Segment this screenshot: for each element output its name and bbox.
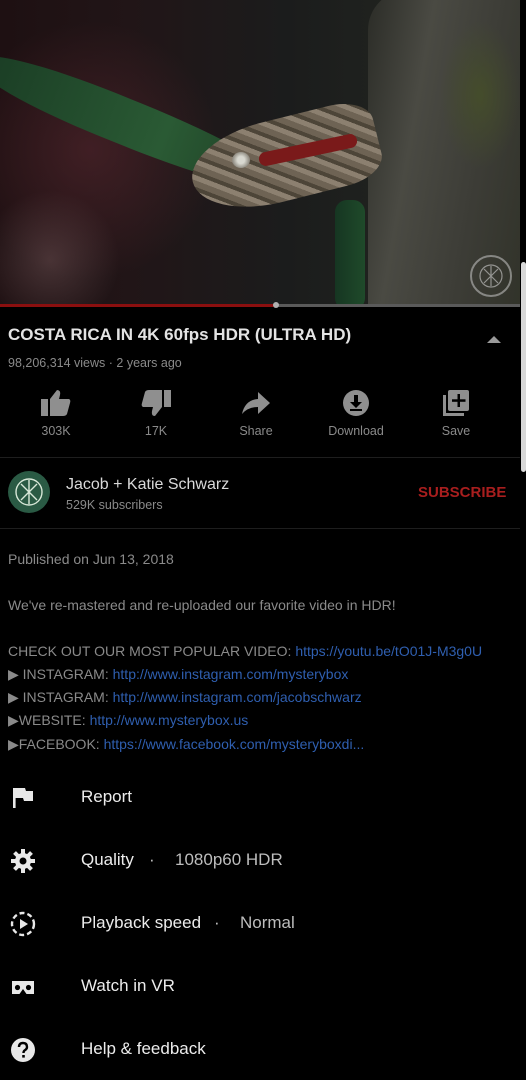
menu-item-help-feedback[interactable]: Help & feedback xyxy=(0,1025,520,1075)
description-link[interactable]: https://youtu.be/tO01J-M3g0U xyxy=(295,643,482,659)
playback-speed-icon xyxy=(10,911,36,937)
snake-eye xyxy=(232,152,250,168)
description-link[interactable]: http://www.mysterybox.us xyxy=(90,712,249,728)
description-link[interactable]: https://www.facebook.com/mysteryboxdi... xyxy=(104,736,365,752)
quality-value: 1080p60 HDR xyxy=(175,850,283,869)
save-button[interactable]: Save xyxy=(406,384,506,444)
channel-watermark-icon[interactable] xyxy=(470,255,512,297)
playback-speed-value: Normal xyxy=(240,913,295,932)
description-line: ▶FACEBOOK: https://www.facebook.com/myst… xyxy=(8,736,364,753)
description-line-label: ▶ INSTAGRAM: xyxy=(8,689,113,705)
dislike-count: 17K xyxy=(144,424,168,438)
plant-stem xyxy=(335,200,365,306)
menu-item-watch-in-vr[interactable]: Watch in VR xyxy=(0,962,520,1012)
description-line: CHECK OUT OUR MOST POPULAR VIDEO: https:… xyxy=(8,643,482,659)
channel-logo-icon xyxy=(15,478,43,506)
menu-item-report[interactable]: Report xyxy=(0,773,520,823)
menu-label: Watch in VR xyxy=(81,976,175,995)
menu-label: Playback speed xyxy=(81,913,202,932)
flag-icon xyxy=(13,788,33,808)
action-bar: 303K 17K Share Download Save xyxy=(0,384,520,444)
video-player[interactable] xyxy=(0,0,520,306)
download-button[interactable]: Download xyxy=(306,384,406,444)
background-blur-light xyxy=(0,190,120,306)
description-line: ▶ INSTAGRAM: http://www.instagram.com/ja… xyxy=(8,689,362,706)
gear-icon xyxy=(11,849,35,873)
like-count: 303K xyxy=(41,424,71,438)
channel-name[interactable]: Jacob + Katie Schwarz xyxy=(66,476,229,494)
vr-headset-icon xyxy=(12,981,34,994)
progress-scrubber[interactable] xyxy=(273,302,279,308)
description-line: ▶ INSTAGRAM: http://www.instagram.com/my… xyxy=(8,666,348,683)
description-line-label: ▶FACEBOOK: xyxy=(8,736,104,752)
thumbs-down-icon xyxy=(141,390,171,416)
channel-avatar[interactable] xyxy=(8,471,50,513)
help-icon xyxy=(11,1038,35,1062)
tree-moss xyxy=(440,20,520,170)
progress-played xyxy=(0,304,276,307)
divider xyxy=(0,528,520,529)
divider xyxy=(0,457,520,458)
description-link[interactable]: http://www.instagram.com/mysterybox xyxy=(113,666,349,682)
subscribe-button[interactable]: SUBSCRIBE xyxy=(418,484,506,501)
save-label: Save xyxy=(441,424,471,438)
menu-label: Quality xyxy=(81,850,134,869)
description-line-label: CHECK OUT OUR MOST POPULAR VIDEO: xyxy=(8,643,296,659)
share-icon xyxy=(242,392,270,414)
share-button[interactable]: Share xyxy=(206,384,306,444)
separator-dot: · xyxy=(149,850,155,869)
menu-label: Report xyxy=(81,787,133,806)
dislike-button[interactable]: 17K xyxy=(106,384,206,444)
thumbs-up-icon xyxy=(41,390,71,416)
description-line: ▶WEBSITE: http://www.mysterybox.us xyxy=(8,712,248,729)
published-date: Published on Jun 13, 2018 xyxy=(8,551,174,567)
menu-item-quality[interactable]: Quality · 1080p60 HDR xyxy=(0,836,520,886)
subscriber-count: 529K subscribers xyxy=(66,498,163,512)
description-line-label: ▶WEBSITE: xyxy=(8,712,90,728)
scrollbar-thumb[interactable] xyxy=(521,262,526,472)
add-to-playlist-icon xyxy=(443,390,469,416)
collapse-description-icon[interactable] xyxy=(484,332,504,346)
video-meta: 98,206,314 views · 2 years ago xyxy=(8,356,182,370)
description-intro: We've re-mastered and re-uploaded our fa… xyxy=(8,597,396,613)
menu-label: Help & feedback xyxy=(81,1039,206,1058)
description-line-label: ▶ INSTAGRAM: xyxy=(8,666,113,682)
like-button[interactable]: 303K xyxy=(6,384,106,444)
video-title: COSTA RICA IN 4K 60fps HDR (ULTRA HD) xyxy=(8,325,352,344)
menu-item-playback-speed[interactable]: Playback speed · Normal xyxy=(0,899,520,949)
share-label: Share xyxy=(239,424,273,438)
download-label: Download xyxy=(328,424,384,438)
separator-dot: · xyxy=(214,913,220,932)
description-link[interactable]: http://www.instagram.com/jacobschwarz xyxy=(113,689,362,705)
download-icon xyxy=(343,390,369,416)
